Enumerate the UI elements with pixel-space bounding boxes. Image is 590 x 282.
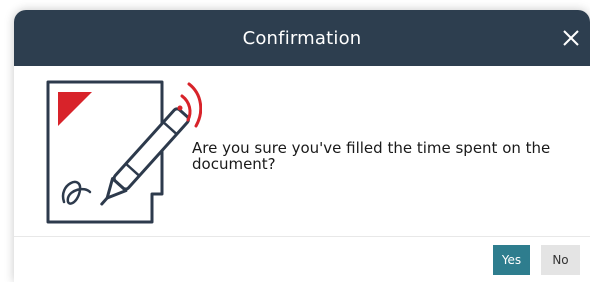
dialog-header: Confirmation	[14, 10, 590, 66]
yes-button[interactable]: Yes	[493, 245, 530, 275]
confirmation-dialog: Confirmation Are you sure you've filled …	[14, 10, 590, 282]
no-button[interactable]: No	[541, 245, 580, 275]
document-signature-pen-icon	[46, 80, 202, 224]
dialog-title: Confirmation	[242, 27, 362, 49]
confirmation-message: Are you sure you've filled the time spen…	[192, 139, 551, 173]
screen: Confirmation Are you sure you've filled …	[0, 0, 590, 282]
dialog-footer: Yes No	[14, 236, 590, 282]
close-icon[interactable]	[558, 25, 584, 51]
dialog-body: Are you sure you've filled the time spen…	[14, 66, 590, 236]
